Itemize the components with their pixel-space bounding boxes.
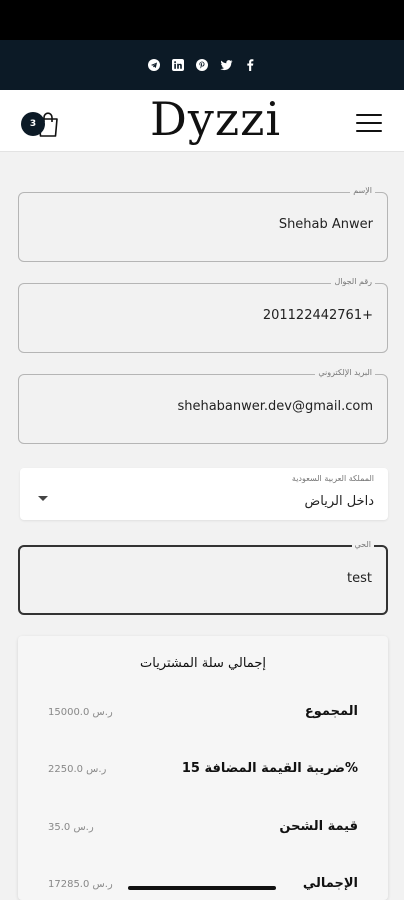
telegram-icon[interactable] bbox=[147, 58, 161, 72]
district-field[interactable]: الحي test bbox=[18, 540, 388, 615]
summary-row-label: قيمة الشحن bbox=[279, 819, 358, 834]
brand-logo[interactable]: Dyzzi bbox=[150, 92, 280, 146]
cart-count-badge: 3 bbox=[21, 112, 45, 136]
home-indicator[interactable] bbox=[128, 886, 276, 890]
name-field-label: الإسم bbox=[350, 186, 375, 195]
summary-row-value: 2250.0 ر.س bbox=[48, 764, 107, 775]
summary-row-label: الإجمالي bbox=[302, 876, 358, 891]
email-field-label: البريد الإلكتروني bbox=[315, 368, 375, 377]
summary-row-label: ضريبة القيمة المضافة 15% bbox=[181, 761, 358, 776]
summary-row-value: 35.0 ر.س bbox=[48, 822, 94, 833]
email-field-value: shehabanwer.dev@gmail.com bbox=[177, 399, 373, 414]
status-bar bbox=[0, 0, 404, 40]
social-bar bbox=[0, 40, 404, 90]
dropdown-arrow-icon bbox=[38, 496, 48, 501]
cart-button[interactable]: 3 bbox=[20, 110, 60, 138]
region-select[interactable]: المملكة العربية السعودية داخل الرياض bbox=[20, 468, 388, 520]
phone-field-value: 201122442761+ bbox=[262, 308, 373, 323]
district-field-value: test bbox=[347, 571, 372, 586]
linkedin-icon[interactable] bbox=[171, 58, 185, 72]
summary-row-value: 15000.0 ر.س bbox=[48, 707, 113, 718]
phone-field-label: رقم الجوال bbox=[331, 277, 375, 286]
pinterest-icon[interactable] bbox=[195, 58, 209, 72]
name-field[interactable]: الإسم Shehab Anwer bbox=[18, 186, 388, 262]
summary-row-shipping: قيمة الشحن 35.0 ر.س bbox=[48, 819, 358, 839]
region-select-value: داخل الرياض bbox=[304, 494, 374, 509]
summary-row-vat: ضريبة القيمة المضافة 15% 2250.0 ر.س bbox=[48, 761, 358, 781]
cart-summary-card: إجمالي سلة المشتريات المجموع 15000.0 ر.س… bbox=[18, 636, 388, 900]
twitter-icon[interactable] bbox=[219, 58, 233, 72]
menu-icon[interactable] bbox=[356, 114, 382, 132]
email-field[interactable]: البريد الإلكتروني shehabanwer.dev@gmail.… bbox=[18, 368, 388, 444]
summary-row-label: المجموع bbox=[304, 704, 358, 719]
summary-row-value: 17285.0 ر.س bbox=[48, 879, 113, 890]
summary-row-subtotal: المجموع 15000.0 ر.س bbox=[48, 704, 358, 724]
phone-field[interactable]: رقم الجوال 201122442761+ bbox=[18, 277, 388, 353]
district-field-label: الحي bbox=[351, 540, 374, 549]
app-header: 3 Dyzzi bbox=[0, 90, 404, 152]
name-field-value: Shehab Anwer bbox=[278, 217, 373, 232]
region-select-label: المملكة العربية السعودية bbox=[291, 474, 374, 483]
facebook-icon[interactable] bbox=[243, 58, 257, 72]
cart-summary-title: إجمالي سلة المشتريات bbox=[140, 656, 266, 671]
